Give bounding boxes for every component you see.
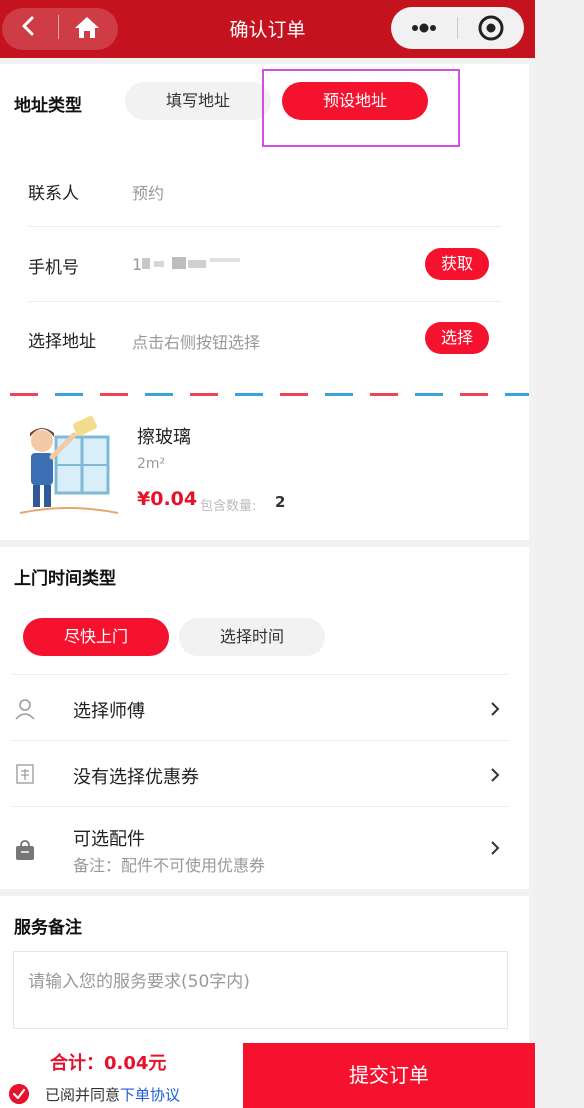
visit-time-title: 上门时间类型 — [14, 569, 116, 589]
phone-number-blur — [142, 257, 240, 269]
coupon-label: 没有选择优惠券 — [73, 767, 199, 788]
contact-label: 联系人 — [28, 184, 79, 204]
order-agreement-link[interactable]: 下单协议 — [120, 1086, 180, 1104]
tab-fill-address[interactable]: 填写地址 — [125, 82, 271, 120]
visit-time-card: 上门时间类型 尽快上门 选择时间 选择师傅 没有选择优惠券 可选配件 备注：配件… — [0, 547, 529, 889]
chevron-right-icon — [491, 702, 500, 716]
get-phone-button[interactable]: 获取 — [425, 248, 489, 280]
bag-icon — [16, 840, 34, 860]
order-confirm-page: 确认订单 地址类型 填写地址 预设地址 联系人 预约 手机号 1 获取 选择地址… — [0, 0, 535, 1108]
agreement-text: 已阅并同意下单协议 — [45, 1084, 180, 1105]
accessories-note: 备注：配件不可使用优惠券 — [73, 856, 266, 875]
submit-order-button[interactable]: 提交订单 — [243, 1043, 535, 1108]
chevron-right-icon — [491, 841, 500, 855]
divider — [12, 806, 508, 807]
nav-bar: 确认订单 — [0, 0, 535, 58]
more-icon[interactable] — [391, 7, 457, 49]
product-price: ¥0.04 — [137, 488, 198, 510]
coupon-icon — [16, 764, 34, 784]
quantity-value: 2 — [275, 493, 286, 511]
remark-input[interactable] — [13, 951, 508, 1029]
choose-time-button[interactable]: 选择时间 — [179, 618, 325, 656]
divider — [12, 674, 508, 675]
address-type-label: 地址类型 — [14, 96, 82, 116]
phone-label: 手机号 — [28, 258, 79, 278]
divider — [28, 226, 501, 227]
highlight-box — [262, 69, 460, 147]
quantity-label: 包含数量: — [200, 499, 257, 514]
address-label: 选择地址 — [28, 332, 96, 352]
accessories-label: 可选配件 — [73, 829, 145, 850]
person-icon — [15, 699, 35, 720]
product-card: 擦玻璃 2m² ¥0.04 包含数量: 2 — [0, 397, 529, 540]
window-cleaning-image — [19, 415, 119, 514]
mini-program-capsule — [391, 7, 524, 49]
bottom-bar: 合计：0.04元 已阅并同意下单协议 提交订单 — [0, 1043, 535, 1108]
agreement-prefix: 已阅并同意 — [45, 1086, 121, 1104]
order-total: 合计：0.04元 — [50, 1053, 167, 1074]
chevron-right-icon — [491, 768, 500, 782]
contact-value[interactable]: 预约 — [132, 180, 164, 204]
product-unit: 2m² — [137, 456, 166, 472]
address-placeholder[interactable]: 点击右侧按钮选择 — [132, 329, 260, 353]
product-name: 擦玻璃 — [137, 427, 191, 448]
asap-button[interactable]: 尽快上门 — [23, 618, 169, 656]
divider — [12, 740, 508, 741]
remark-title: 服务备注 — [14, 918, 82, 938]
remark-card: 服务备注 — [0, 896, 529, 1046]
address-card: 地址类型 填写地址 预设地址 联系人 预约 手机号 1 获取 选择地址 点击右侧… — [0, 64, 529, 394]
divider — [28, 301, 501, 302]
check-circle-icon[interactable] — [9, 1084, 29, 1104]
select-master-label: 选择师傅 — [73, 701, 145, 722]
close-target-icon[interactable] — [458, 7, 524, 49]
select-address-button[interactable]: 选择 — [425, 322, 489, 354]
